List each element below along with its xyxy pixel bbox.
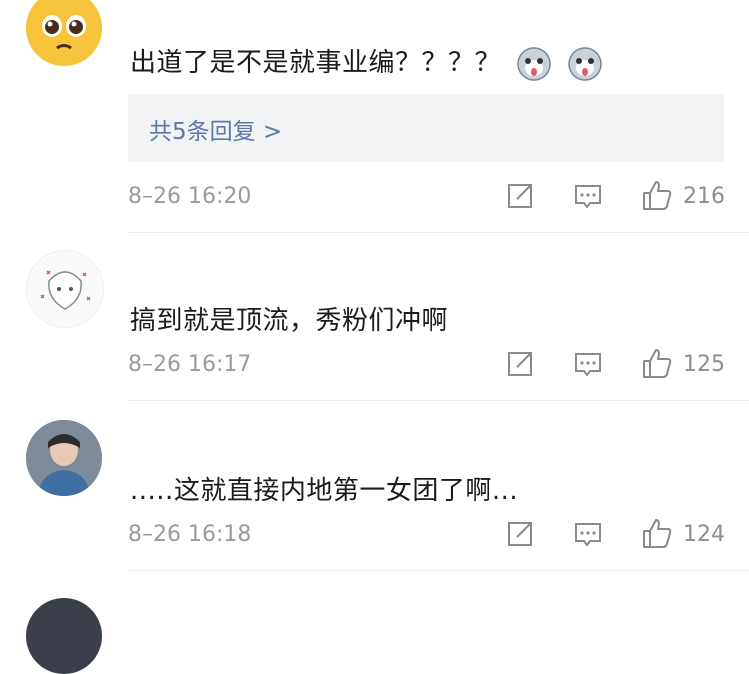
like-count: 216 bbox=[683, 184, 725, 209]
comment-meta: 8–26 16:20 216 bbox=[0, 178, 749, 218]
divider bbox=[128, 400, 749, 401]
photo-avatar-icon bbox=[26, 420, 102, 496]
timestamp: 8–26 16:20 bbox=[128, 184, 252, 209]
like-icon[interactable] bbox=[640, 516, 674, 550]
comment-text: 出道了是不是就事业编？？？？ bbox=[130, 42, 603, 82]
divider bbox=[128, 232, 749, 233]
avatar[interactable] bbox=[26, 0, 102, 66]
comment-icon[interactable] bbox=[571, 178, 605, 212]
share-icon[interactable] bbox=[504, 346, 538, 380]
comment-icon[interactable] bbox=[571, 346, 605, 380]
replies-box[interactable]: 共5条回复 > bbox=[128, 94, 724, 162]
timestamp: 8–26 16:18 bbox=[128, 522, 252, 547]
pleading-face-icon bbox=[26, 0, 102, 66]
view-replies-link[interactable]: 共5条回复 > bbox=[149, 112, 282, 146]
avatar[interactable] bbox=[26, 420, 102, 496]
comment-text: 搞到就是顶流，秀粉们冲啊 bbox=[130, 306, 449, 336]
share-icon[interactable] bbox=[504, 516, 538, 550]
like-count: 124 bbox=[683, 522, 725, 547]
like-icon[interactable] bbox=[640, 346, 674, 380]
husky-emoji-icon bbox=[516, 46, 552, 82]
divider bbox=[128, 570, 749, 571]
cartoon-avatar-icon bbox=[28, 252, 102, 326]
comment-text: .....这就直接内地第一女团了啊... bbox=[130, 476, 519, 506]
avatar[interactable] bbox=[26, 598, 102, 674]
like-icon[interactable] bbox=[640, 178, 674, 212]
husky-emoji-icon bbox=[567, 46, 603, 82]
comment-icon[interactable] bbox=[571, 516, 605, 550]
like-count: 125 bbox=[683, 352, 725, 377]
comment-body: 出道了是不是就事业编？？？？ bbox=[130, 48, 502, 78]
avatar[interactable] bbox=[26, 250, 104, 328]
comment-meta: 8–26 16:17 125 bbox=[0, 346, 749, 386]
comment-meta: 8–26 16:18 124 bbox=[0, 516, 749, 556]
timestamp: 8–26 16:17 bbox=[128, 352, 252, 377]
share-icon[interactable] bbox=[504, 178, 538, 212]
